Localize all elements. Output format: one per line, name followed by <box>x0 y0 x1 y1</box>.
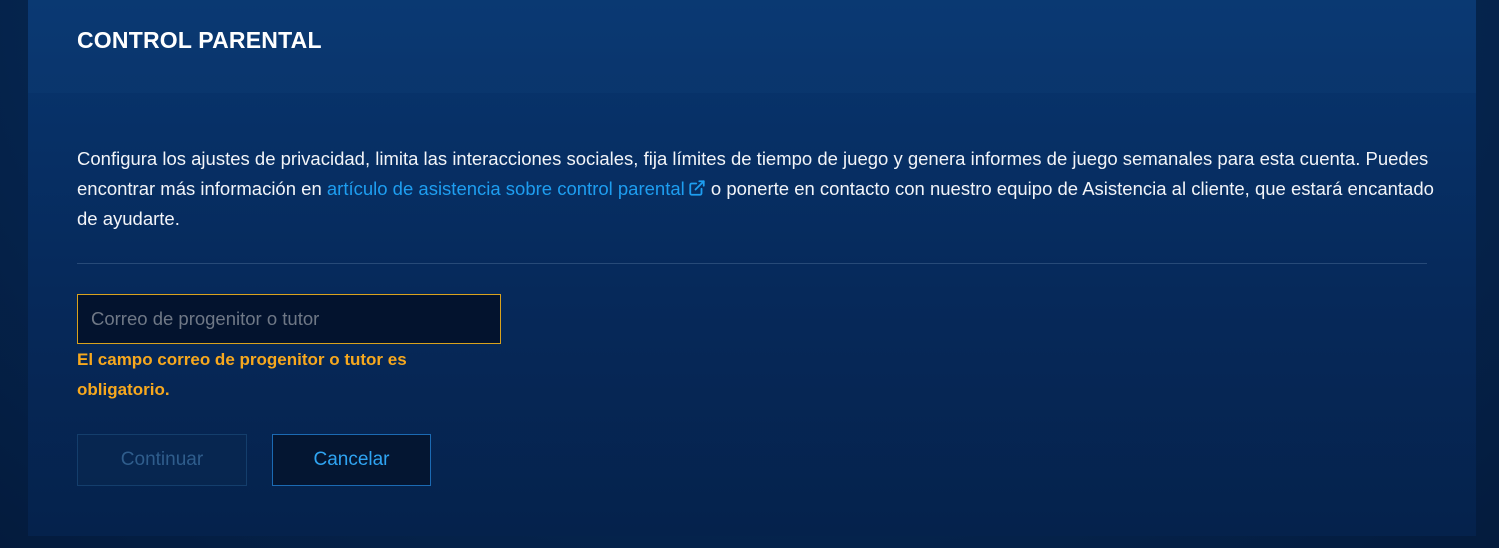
continue-button[interactable]: Continuar <box>77 434 247 486</box>
page-background: CONTROL PARENTAL Configura los ajustes d… <box>0 0 1499 548</box>
guardian-email-input[interactable] <box>77 294 501 344</box>
card-header: CONTROL PARENTAL <box>28 0 1476 93</box>
description-text: Configura los ajustes de privacidad, lim… <box>77 144 1447 234</box>
parental-control-card: CONTROL PARENTAL Configura los ajustes d… <box>28 0 1476 536</box>
external-link-icon <box>689 180 705 196</box>
page-title: CONTROL PARENTAL <box>77 27 322 53</box>
section-divider <box>77 263 1427 264</box>
help-article-link[interactable]: artículo de asistencia sobre control par… <box>327 178 706 199</box>
help-article-link-label: artículo de asistencia sobre control par… <box>326 178 685 199</box>
email-error-message: El campo correo de progenitor o tutor es… <box>77 350 407 399</box>
cancel-button[interactable]: Cancelar <box>272 434 431 486</box>
